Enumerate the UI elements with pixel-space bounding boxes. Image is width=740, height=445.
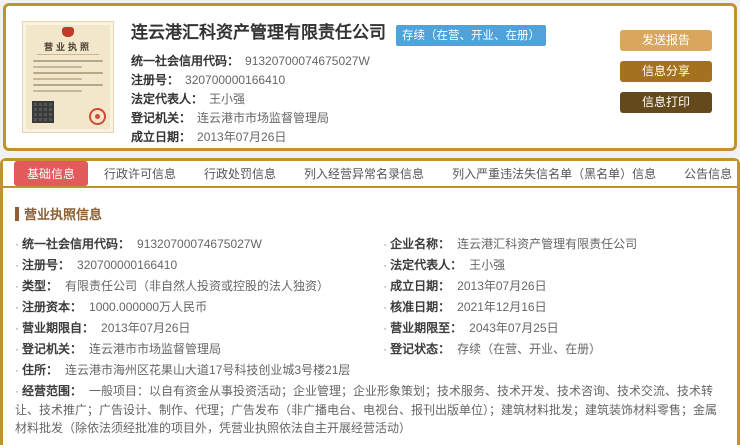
- detail-card: 基础信息 行政许可信息 行政处罚信息 列入经营异常名录信息 列入严重违法失信名单…: [0, 158, 740, 445]
- tab-bar: 基础信息 行政许可信息 行政处罚信息 列入经营异常名录信息 列入严重违法失信名单…: [3, 161, 737, 188]
- row-term-to: · 营业期限至： 2043年07月25日: [383, 321, 559, 335]
- row-reg-number: · 注册号： 320700000166410: [15, 258, 178, 272]
- status-badge: 存续（在营、开业、在册）: [396, 25, 546, 46]
- row-address: · 住所： 连云港市海州区花果山大道17号科技创业城3号楼21层: [15, 363, 351, 377]
- section-title: 营业执照信息: [15, 204, 723, 223]
- section-title-bar: [15, 206, 19, 221]
- row-credit-code: · 统一社会信用代码： 91320700074675027W: [15, 237, 262, 251]
- info-print-button[interactable]: 信息打印: [620, 92, 712, 113]
- row-business-scope: · 经营范围： 一般项目：以自有资金从事投资活动；企业管理；企业形象策划；技术服务、…: [15, 384, 718, 435]
- header-field-establish-date: 成立日期： 2013年07月26日: [131, 130, 287, 144]
- info-share-button[interactable]: 信息分享: [620, 61, 712, 82]
- company-name: 连云港汇科资产管理有限责任公司: [131, 23, 386, 42]
- tab-abnormal-operation-list[interactable]: 列入经营异常名录信息: [292, 161, 436, 186]
- red-seal-icon: [89, 108, 106, 125]
- row-company-type: · 类型： 有限责任公司（非自然人投资或控股的法人独资）: [15, 279, 330, 293]
- company-header-card: 营业执照 连云港汇科资产管理有限责任公司 存续（在营、开业、在册） 统一社会信用…: [3, 3, 737, 151]
- row-legal-rep: · 法定代表人： 王小强: [383, 258, 506, 272]
- license-info-rows: · 统一社会信用代码： 91320700074675027W · 企业名称： 连云港汇科…: [15, 234, 723, 439]
- tab-administrative-license[interactable]: 行政许可信息: [92, 161, 188, 186]
- row-term-from: · 营业期限自： 2013年07月26日: [15, 321, 191, 335]
- tab-serious-violation-blacklist[interactable]: 列入严重违法失信名单（黑名单）信息: [440, 161, 668, 186]
- tab-basic-info[interactable]: 基础信息: [14, 161, 89, 186]
- license-info-section: 营业执照信息 · 统一社会信用代码： 91320700074675027W · 企业名…: [3, 188, 737, 439]
- row-company-name: · 企业名称： 连云港汇科资产管理有限责任公司: [383, 237, 638, 251]
- row-registered-capital: · 注册资本： 1000.000000万人民币: [15, 300, 208, 314]
- send-report-button[interactable]: 发送报告: [620, 30, 712, 51]
- row-reg-status: · 登记状态： 存续（在营、开业、在册）: [383, 342, 602, 356]
- national-emblem-icon: [62, 27, 74, 37]
- business-license-thumbnail[interactable]: 营业执照: [22, 21, 114, 133]
- license-text-lines: [33, 60, 103, 96]
- row-approval-date: · 核准日期： 2021年12月16日: [383, 300, 547, 314]
- license-divider: [37, 54, 99, 55]
- header-action-buttons: 发送报告 信息分享 信息打印: [620, 30, 712, 113]
- qr-code-icon: [32, 101, 54, 123]
- license-thumb-title: 营业执照: [43, 42, 92, 52]
- row-reg-authority: · 登记机关： 连云港市市场监督管理局: [15, 342, 222, 356]
- row-establish-date: · 成立日期： 2013年07月26日: [383, 279, 547, 293]
- tab-announcement-info[interactable]: 公告信息: [672, 161, 740, 186]
- tab-administrative-penalty[interactable]: 行政处罚信息: [192, 161, 288, 186]
